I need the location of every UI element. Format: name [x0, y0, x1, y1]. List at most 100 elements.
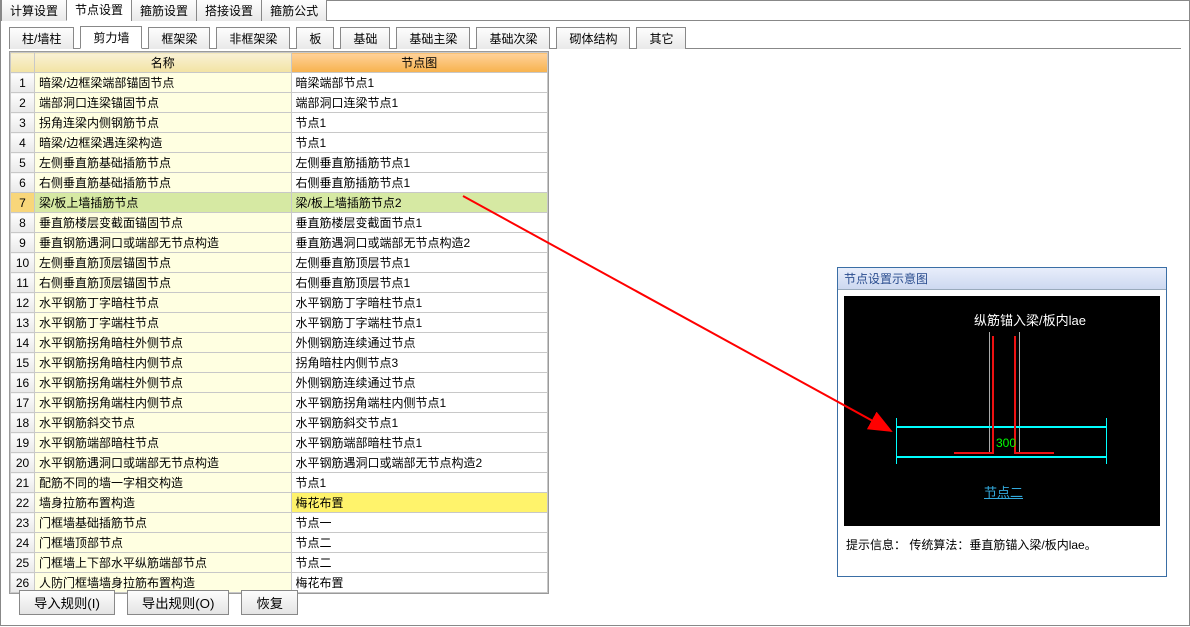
tab-stirrup-settings[interactable]: 箍筋设置	[131, 0, 197, 21]
row-map[interactable]: 节点1	[291, 133, 548, 153]
table-row[interactable]: 23门框墙基础插筋节点节点一	[11, 513, 548, 533]
table-row[interactable]: 14水平钢筋拐角暗柱外侧节点外侧钢筋连续通过节点	[11, 333, 548, 353]
row-map[interactable]: 梅花布置	[291, 573, 548, 593]
row-map[interactable]: 节点二	[291, 533, 548, 553]
row-map[interactable]: 节点1	[291, 113, 548, 133]
subtab-nonframebeam[interactable]: 非框架梁	[216, 27, 290, 49]
table-row[interactable]: 10左侧垂直筋顶层锚固节点左侧垂直筋顶层节点1	[11, 253, 548, 273]
row-index: 14	[11, 333, 35, 353]
col-header-name[interactable]: 名称	[35, 53, 291, 73]
row-map[interactable]: 外侧钢筋连续通过节点	[291, 333, 548, 353]
table-row[interactable]: 6右侧垂直筋基础插筋节点右侧垂直筋插筋节点1	[11, 173, 548, 193]
row-map[interactable]: 左侧垂直筋插筋节点1	[291, 153, 548, 173]
preview-node-link[interactable]: 节点二	[984, 482, 1023, 501]
row-name[interactable]: 门框墙顶部节点	[35, 533, 291, 553]
subtab-masonry[interactable]: 砌体结构	[556, 27, 630, 49]
table-row[interactable]: 8垂直筋楼层变截面锚固节点垂直筋楼层变截面节点1	[11, 213, 548, 233]
col-header-index	[11, 53, 35, 73]
tab-stirrup-formula[interactable]: 箍筋公式	[261, 0, 327, 21]
subtab-foundation[interactable]: 基础	[340, 27, 390, 49]
row-name[interactable]: 左侧垂直筋顶层锚固节点	[35, 253, 291, 273]
table-row[interactable]: 5左侧垂直筋基础插筋节点左侧垂直筋插筋节点1	[11, 153, 548, 173]
table-row[interactable]: 22墙身拉筋布置构造梅花布置	[11, 493, 548, 513]
table-row[interactable]: 3拐角连梁内侧钢筋节点节点1	[11, 113, 548, 133]
row-name[interactable]: 水平钢筋斜交节点	[35, 413, 291, 433]
row-name[interactable]: 水平钢筋丁字端柱节点	[35, 313, 291, 333]
row-name[interactable]: 水平钢筋丁字暗柱节点	[35, 293, 291, 313]
subtab-framebeam[interactable]: 框架梁	[148, 27, 210, 49]
row-name[interactable]: 垂直钢筋遇洞口或端部无节点构造	[35, 233, 291, 253]
row-map[interactable]: 外侧钢筋连续通过节点	[291, 373, 548, 393]
row-map[interactable]: 节点二	[291, 553, 548, 573]
table-row[interactable]: 9垂直钢筋遇洞口或端部无节点构造垂直筋遇洞口或端部无节点构造2	[11, 233, 548, 253]
row-map[interactable]: 右侧垂直筋插筋节点1	[291, 173, 548, 193]
tab-calc-settings[interactable]: 计算设置	[1, 0, 67, 21]
row-name[interactable]: 水平钢筋遇洞口或端部无节点构造	[35, 453, 291, 473]
row-name[interactable]: 右侧垂直筋顶层锚固节点	[35, 273, 291, 293]
row-map[interactable]: 垂直筋遇洞口或端部无节点构造2	[291, 233, 548, 253]
row-map[interactable]: 拐角暗柱内侧节点3	[291, 353, 548, 373]
row-name[interactable]: 左侧垂直筋基础插筋节点	[35, 153, 291, 173]
export-rules-button[interactable]: 导出规则(O)	[127, 590, 230, 615]
row-map[interactable]: 水平钢筋丁字端柱节点1	[291, 313, 548, 333]
table-row[interactable]: 11右侧垂直筋顶层锚固节点右侧垂直筋顶层节点1	[11, 273, 548, 293]
row-name[interactable]: 梁/板上墙插筋节点	[35, 193, 291, 213]
row-name[interactable]: 门框墙基础插筋节点	[35, 513, 291, 533]
subtab-found-main[interactable]: 基础主梁	[396, 27, 470, 49]
row-name[interactable]: 水平钢筋拐角暗柱内侧节点	[35, 353, 291, 373]
row-name[interactable]: 门框墙上下部水平纵筋端部节点	[35, 553, 291, 573]
row-name[interactable]: 水平钢筋端部暗柱节点	[35, 433, 291, 453]
row-map[interactable]: 暗梁端部节点1	[291, 73, 548, 93]
row-map[interactable]: 水平钢筋丁字暗柱节点1	[291, 293, 548, 313]
tab-lap-settings[interactable]: 搭接设置	[196, 0, 262, 21]
tab-node-settings[interactable]: 节点设置	[66, 0, 132, 21]
row-name[interactable]: 暗梁/边框梁端部锚固节点	[35, 73, 291, 93]
row-map[interactable]: 水平钢筋斜交节点1	[291, 413, 548, 433]
row-name[interactable]: 水平钢筋拐角端柱外侧节点	[35, 373, 291, 393]
row-map[interactable]: 水平钢筋拐角端柱内侧节点1	[291, 393, 548, 413]
table-row[interactable]: 20水平钢筋遇洞口或端部无节点构造水平钢筋遇洞口或端部无节点构造2	[11, 453, 548, 473]
table-row[interactable]: 25门框墙上下部水平纵筋端部节点节点二	[11, 553, 548, 573]
col-header-map[interactable]: 节点图	[291, 53, 548, 73]
subtab-column[interactable]: 柱/墙柱	[9, 27, 74, 49]
row-name[interactable]: 暗梁/边框梁遇连梁构造	[35, 133, 291, 153]
row-map[interactable]: 水平钢筋端部暗柱节点1	[291, 433, 548, 453]
table-row[interactable]: 21配筋不同的墙一字相交构造节点1	[11, 473, 548, 493]
table-row[interactable]: 12水平钢筋丁字暗柱节点水平钢筋丁字暗柱节点1	[11, 293, 548, 313]
subtab-other[interactable]: 其它	[636, 27, 686, 49]
row-map[interactable]: 梅花布置	[291, 493, 548, 513]
row-name[interactable]: 配筋不同的墙一字相交构造	[35, 473, 291, 493]
row-name[interactable]: 水平钢筋拐角端柱内侧节点	[35, 393, 291, 413]
row-name[interactable]: 水平钢筋拐角暗柱外侧节点	[35, 333, 291, 353]
row-map[interactable]: 节点一	[291, 513, 548, 533]
table-row[interactable]: 13水平钢筋丁字端柱节点水平钢筋丁字端柱节点1	[11, 313, 548, 333]
row-map[interactable]: 左侧垂直筋顶层节点1	[291, 253, 548, 273]
row-name[interactable]: 端部洞口连梁锚固节点	[35, 93, 291, 113]
table-row[interactable]: 15水平钢筋拐角暗柱内侧节点拐角暗柱内侧节点3	[11, 353, 548, 373]
table-row[interactable]: 7梁/板上墙插筋节点梁/板上墙插筋节点2	[11, 193, 548, 213]
row-map[interactable]: 端部洞口连梁节点1	[291, 93, 548, 113]
row-name[interactable]: 右侧垂直筋基础插筋节点	[35, 173, 291, 193]
table-row[interactable]: 2端部洞口连梁锚固节点端部洞口连梁节点1	[11, 93, 548, 113]
row-map[interactable]: 梁/板上墙插筋节点2	[291, 193, 548, 213]
row-map[interactable]: 节点1	[291, 473, 548, 493]
row-name[interactable]: 墙身拉筋布置构造	[35, 493, 291, 513]
row-name[interactable]: 拐角连梁内侧钢筋节点	[35, 113, 291, 133]
table-row[interactable]: 18水平钢筋斜交节点水平钢筋斜交节点1	[11, 413, 548, 433]
import-rules-button[interactable]: 导入规则(I)	[19, 590, 115, 615]
node-table[interactable]: 名称 节点图 1暗梁/边框梁端部锚固节点暗梁端部节点12端部洞口连梁锚固节点端部…	[10, 52, 548, 593]
table-row[interactable]: 16水平钢筋拐角端柱外侧节点外侧钢筋连续通过节点	[11, 373, 548, 393]
row-map[interactable]: 水平钢筋遇洞口或端部无节点构造2	[291, 453, 548, 473]
table-row[interactable]: 17水平钢筋拐角端柱内侧节点水平钢筋拐角端柱内侧节点1	[11, 393, 548, 413]
row-map[interactable]: 垂直筋楼层变截面节点1	[291, 213, 548, 233]
subtab-found-sub[interactable]: 基础次梁	[476, 27, 550, 49]
table-row[interactable]: 1暗梁/边框梁端部锚固节点暗梁端部节点1	[11, 73, 548, 93]
row-name[interactable]: 垂直筋楼层变截面锚固节点	[35, 213, 291, 233]
restore-button[interactable]: 恢复	[241, 590, 298, 615]
table-row[interactable]: 19水平钢筋端部暗柱节点水平钢筋端部暗柱节点1	[11, 433, 548, 453]
table-row[interactable]: 4暗梁/边框梁遇连梁构造节点1	[11, 133, 548, 153]
subtab-slab[interactable]: 板	[296, 27, 334, 49]
subtab-shearwall[interactable]: 剪力墙	[80, 26, 142, 49]
row-map[interactable]: 右侧垂直筋顶层节点1	[291, 273, 548, 293]
table-row[interactable]: 24门框墙顶部节点节点二	[11, 533, 548, 553]
